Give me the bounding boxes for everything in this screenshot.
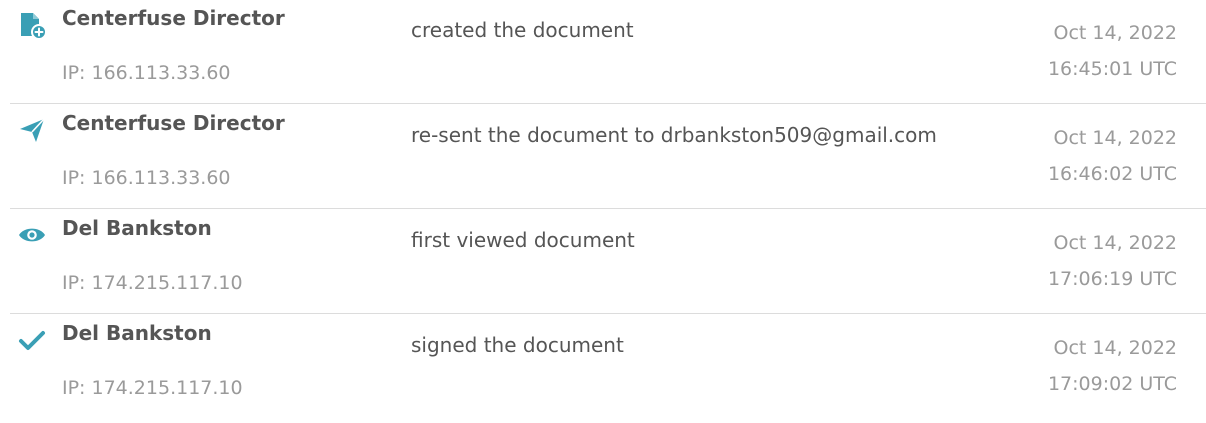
event-action: re-sent the document to drbankston509@gm…	[411, 123, 937, 147]
audit-event-resent: Centerfuse Director IP: 166.113.33.60 re…	[0, 105, 1206, 209]
event-date: Oct 14, 2022	[1053, 337, 1178, 359]
event-actor: Del Bankston	[62, 321, 212, 345]
audit-event-signed: Del Bankston IP: 174.215.117.10 signed t…	[0, 315, 1206, 419]
event-actor: Centerfuse Director	[62, 111, 285, 135]
event-action: first viewed document	[411, 228, 635, 252]
audit-event-created: Centerfuse Director IP: 166.113.33.60 cr…	[0, 0, 1206, 104]
audit-event-viewed: Del Bankston IP: 174.215.117.10 first vi…	[0, 210, 1206, 314]
row-divider	[10, 208, 1206, 209]
event-time: 17:06:19 UTC	[1047, 268, 1177, 290]
event-ip-address: IP: 174.215.117.10	[62, 272, 243, 294]
event-actor: Centerfuse Director	[62, 6, 285, 30]
send-icon	[17, 115, 47, 145]
event-time: 16:45:01 UTC	[1047, 58, 1177, 80]
event-ip-address: IP: 166.113.33.60	[62, 62, 231, 84]
event-date: Oct 14, 2022	[1053, 127, 1178, 149]
row-divider	[10, 313, 1206, 314]
event-time: 16:46:02 UTC	[1047, 163, 1177, 185]
file-add-icon	[17, 10, 47, 40]
event-date: Oct 14, 2022	[1053, 22, 1178, 44]
event-ip-address: IP: 166.113.33.60	[62, 167, 231, 189]
checkmark-icon	[17, 325, 47, 355]
row-divider	[10, 103, 1206, 104]
event-ip-address: IP: 174.215.117.10	[62, 377, 243, 399]
event-date: Oct 14, 2022	[1053, 232, 1178, 254]
event-action: signed the document	[411, 333, 624, 357]
eye-icon	[17, 220, 47, 250]
event-actor: Del Bankston	[62, 216, 212, 240]
event-time: 17:09:02 UTC	[1047, 373, 1177, 395]
event-action: created the document	[411, 18, 634, 42]
